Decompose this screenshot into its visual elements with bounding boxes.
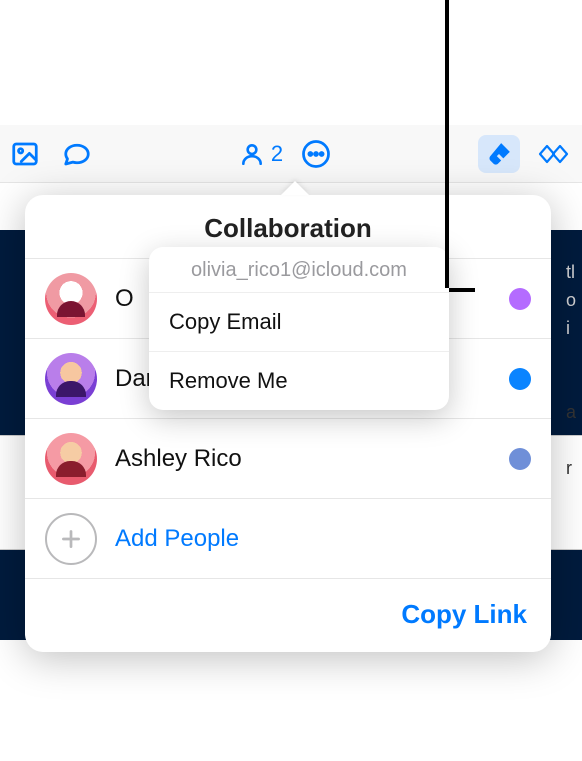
presence-dot	[509, 448, 531, 470]
participant-name: O	[115, 285, 134, 313]
context-email: olivia_rico1@icloud.com	[149, 247, 449, 292]
add-people-row[interactable]: Add People	[25, 498, 551, 578]
collaboration-popover: Collaboration O ••• Danny Rico (Owner) A…	[25, 195, 551, 652]
add-people-label: Add People	[115, 525, 239, 553]
plus-icon	[45, 513, 97, 565]
avatar-ashley	[45, 433, 97, 485]
toolbar: 2	[0, 125, 582, 183]
comment-icon[interactable]	[62, 139, 92, 169]
participant-row-ashley[interactable]: Ashley Rico	[25, 418, 551, 498]
participant-name: Ashley Rico	[115, 445, 242, 473]
copy-link-button[interactable]: Copy Link	[401, 599, 527, 630]
shapes-icon[interactable]	[538, 139, 572, 169]
document-edge-text: tl o i a r	[566, 258, 576, 482]
photo-icon[interactable]	[10, 139, 40, 169]
avatar-danny	[45, 353, 97, 405]
participant-context-menu: olivia_rico1@icloud.com Copy Email Remov…	[149, 247, 449, 410]
callout-line	[445, 0, 449, 288]
more-circle-icon[interactable]	[301, 139, 331, 169]
presence-dot	[509, 288, 531, 310]
context-copy-email[interactable]: Copy Email	[149, 292, 449, 351]
presence-dot	[509, 368, 531, 390]
context-remove-me[interactable]: Remove Me	[149, 351, 449, 410]
collab-count: 2	[271, 141, 283, 167]
avatar-olivia	[45, 273, 97, 325]
collaboration-button[interactable]: 2	[239, 141, 283, 167]
popover-footer: Copy Link	[25, 578, 551, 652]
format-brush-icon[interactable]	[478, 135, 520, 173]
callout-elbow	[449, 288, 475, 292]
